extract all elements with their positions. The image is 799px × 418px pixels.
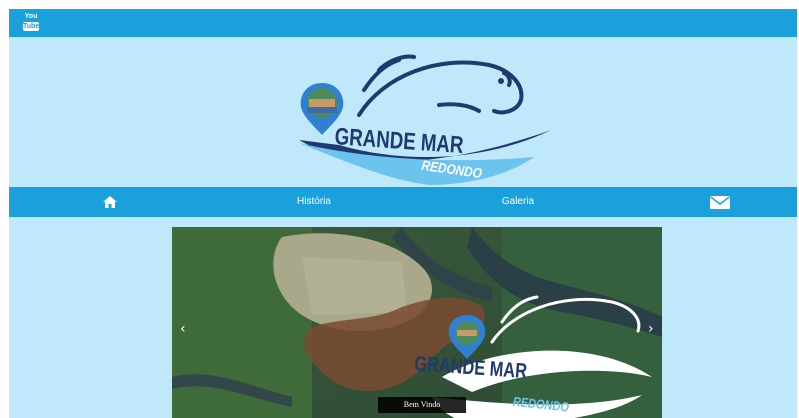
page: You Tube GRANDE MAR REDONDO História Gal…: [9, 9, 797, 418]
main-nav: História Galeria: [9, 187, 797, 217]
top-bar: You Tube: [9, 9, 797, 37]
carousel-next-button[interactable]: ›: [648, 321, 654, 337]
fish-outline-icon: [357, 54, 524, 117]
nav-galeria[interactable]: Galeria: [483, 187, 553, 217]
nav-historia[interactable]: História: [279, 187, 349, 217]
fish-eye-icon: [498, 78, 504, 84]
carousel-prev-button[interactable]: ‹: [180, 321, 186, 337]
youtube-icon-text-top: You: [24, 13, 38, 20]
youtube-icon-text-bottom: Tube: [23, 22, 40, 31]
envelope-icon: [710, 196, 730, 209]
aerial-photo: GRANDE MAR REDONDO: [172, 227, 662, 418]
nav-contact[interactable]: [707, 187, 733, 217]
nav-home[interactable]: [97, 187, 123, 217]
site-logo[interactable]: GRANDE MAR REDONDO: [289, 45, 559, 190]
home-icon: [103, 196, 117, 208]
image-carousel[interactable]: GRANDE MAR REDONDO ‹ › Bem Vindo: [172, 227, 662, 418]
youtube-icon[interactable]: You Tube: [23, 12, 39, 32]
carousel-caption: Bem Vindo: [378, 397, 466, 413]
